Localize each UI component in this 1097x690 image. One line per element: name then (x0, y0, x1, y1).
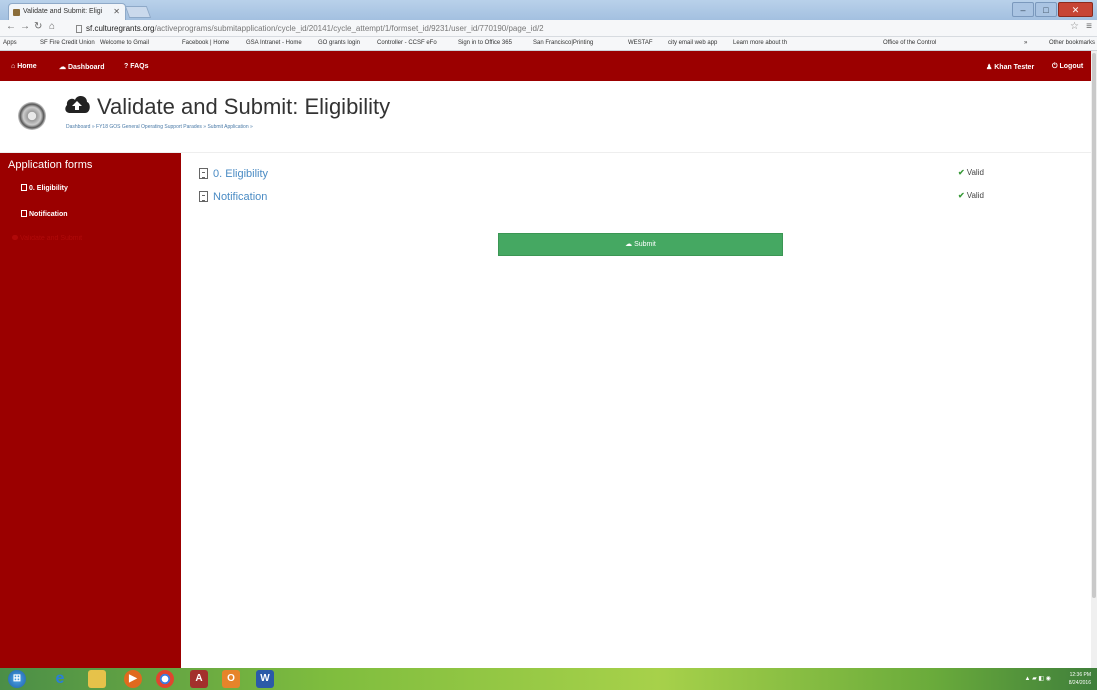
cloud-upload-icon (65, 96, 90, 113)
help-icon: ? (124, 63, 129, 70)
bookmarks-overflow[interactable]: » (1024, 40, 1027, 46)
sidebar-title: Application forms (8, 159, 93, 171)
address-bar[interactable]: sf.culturegrants.org/activeprograms/subm… (74, 22, 1064, 36)
form-link-label: Notification (213, 191, 268, 203)
bookmark-item[interactable]: Facebook | Home (182, 40, 229, 46)
window-titlebar: Validate and Submit: Eligi ✕ – □ ✕ (0, 0, 1097, 20)
site-navbar: ⌂ Home ☁ Dashboard ? FAQs ♟ Khan Tester … (0, 51, 1091, 81)
form-link-eligibility[interactable]: 0. Eligibility (199, 168, 268, 180)
bookmark-item[interactable]: city email web app (668, 40, 717, 46)
nav-faqs-label: FAQs (130, 63, 149, 70)
bookmark-item[interactable]: Welcome to Gmail (100, 40, 149, 46)
scrollbar-thumb[interactable] (1092, 53, 1096, 598)
page-title: Validate and Submit: Eligibility (97, 94, 391, 119)
tab-close-icon[interactable]: ✕ (113, 7, 120, 16)
system-clock[interactable]: 12:36 PM 8/24/2016 (1069, 671, 1091, 687)
bookmarks-bar: Apps SF Fire Credit Union Welcome to Gma… (0, 37, 1097, 51)
nav-logout-label: Logout (1059, 63, 1084, 70)
status-text: Valid (966, 168, 984, 177)
media-player-icon[interactable]: ▶ (124, 670, 142, 688)
sidebar-item-eligibility[interactable]: 0. Eligibility (21, 184, 68, 192)
document-icon (199, 168, 208, 179)
system-tray-icons[interactable]: ▲ ▰ ◧ ◉ (1025, 675, 1051, 682)
bookmark-item[interactable]: GSA Intranet - Home (246, 40, 302, 46)
nav-logout-link[interactable]: ⏻ Logout (1052, 63, 1083, 71)
form-link-notification[interactable]: Notification (199, 191, 267, 203)
home-nav-icon: ⌂ (11, 63, 16, 70)
sidebar-item-notification[interactable]: Notification (21, 210, 68, 218)
url-host: sf.culturegrants.org (86, 24, 155, 33)
minimize-button[interactable]: – (1012, 2, 1034, 17)
bookmark-item[interactable]: San Francisco|Printing (533, 40, 593, 46)
forward-icon[interactable]: → (20, 21, 30, 32)
new-tab-button[interactable] (124, 6, 152, 18)
bookmark-item[interactable]: Learn more about th (733, 40, 787, 46)
cloud-upload-icon: ☁ (625, 241, 633, 248)
power-icon: ⏻ (1052, 63, 1058, 70)
cloud-upload-icon (12, 235, 18, 240)
bookmark-item[interactable]: SF Fire Credit Union (40, 40, 95, 46)
favicon-icon (13, 9, 20, 16)
bookmark-item[interactable]: GO grants login (318, 40, 360, 46)
browser-toolbar: ← → ↻ ⌂ sf.culturegrants.org/activeprogr… (0, 20, 1097, 37)
bookmark-item[interactable]: Controller - CCSF eFo (377, 40, 437, 46)
check-icon: ✔ (958, 191, 965, 200)
submit-button[interactable]: ☁ Submit (498, 233, 783, 256)
clock-date: 8/24/2016 (1068, 680, 1091, 686)
bookmark-star-icon[interactable]: ☆ (1070, 21, 1079, 32)
tab-title: Validate and Submit: Eligi (23, 8, 103, 15)
nav-dashboard-link[interactable]: ☁ Dashboard (59, 63, 105, 71)
browser-tab[interactable]: Validate and Submit: Eligi ✕ (8, 3, 126, 20)
bookmark-apps[interactable]: Apps (3, 40, 17, 46)
page-icon (76, 25, 82, 33)
maximize-button[interactable]: □ (1035, 2, 1057, 17)
city-seal-logo (18, 102, 46, 130)
back-icon[interactable]: ← (6, 21, 16, 32)
sidebar-item-label: 0. Eligibility (29, 185, 68, 192)
status-text: Valid (966, 191, 984, 200)
chrome-icon[interactable] (156, 670, 174, 688)
close-window-button[interactable]: ✕ (1058, 2, 1093, 17)
nav-home-link[interactable]: ⌂ Home (11, 63, 37, 70)
outlook-icon[interactable]: O (222, 670, 240, 688)
reload-icon[interactable]: ↻ (34, 21, 42, 32)
start-button-icon[interactable]: ⊞ (8, 670, 26, 688)
page-scrollbar[interactable] (1091, 51, 1097, 668)
breadcrumb[interactable]: Dashboard » FY18 GOS General Operating S… (66, 124, 253, 130)
document-icon (21, 210, 27, 217)
clock-time: 12:36 PM (1069, 672, 1091, 678)
other-bookmarks[interactable]: Other bookmarks (1049, 40, 1095, 46)
nav-dashboard-label: Dashboard (67, 64, 105, 71)
check-icon: ✔ (958, 168, 965, 177)
windows-taskbar: ⊞ e ▶ A O W ▲ ▰ ◧ ◉ 12:36 PM 8/24/2016 (0, 668, 1097, 690)
word-icon[interactable]: W (256, 670, 274, 688)
sidebar-item-label: Notification (29, 211, 68, 218)
status-badge: ✔ Valid (958, 191, 984, 200)
access-icon[interactable]: A (190, 670, 208, 688)
nav-faqs-link[interactable]: ? FAQs (124, 63, 149, 70)
dashboard-icon: ☁ (59, 64, 66, 71)
sidebar-item-label: Validate and Submit (20, 235, 83, 242)
bookmark-item[interactable]: WESTAF (628, 40, 653, 46)
menu-icon[interactable]: ≡ (1086, 21, 1092, 32)
url-path: /activeprograms/submitapplication/cycle_… (154, 24, 544, 33)
nav-home-label: Home (17, 63, 37, 70)
nav-user-link[interactable]: ♟ Khan Tester (986, 63, 1034, 71)
submit-label: Submit (634, 241, 656, 248)
form-link-label: 0. Eligibility (213, 168, 269, 180)
internet-explorer-icon[interactable]: e (51, 670, 69, 688)
bookmark-item[interactable]: Sign in to Office 365 (458, 40, 512, 46)
sidebar: Application forms 0. Eligibility Notific… (0, 153, 181, 668)
page-header: Validate and Submit: Eligibility Dashboa… (0, 81, 1091, 153)
document-icon (21, 184, 27, 191)
nav-user-label: Khan Tester (994, 64, 1035, 71)
status-badge: ✔ Valid (958, 168, 984, 177)
user-icon: ♟ (986, 64, 993, 71)
home-icon[interactable]: ⌂ (49, 21, 55, 32)
sidebar-item-validate-submit[interactable]: Validate and Submit (12, 235, 82, 242)
bookmark-item[interactable]: Office of the Control (883, 40, 936, 46)
document-icon (199, 191, 208, 202)
file-explorer-icon[interactable] (88, 670, 106, 688)
